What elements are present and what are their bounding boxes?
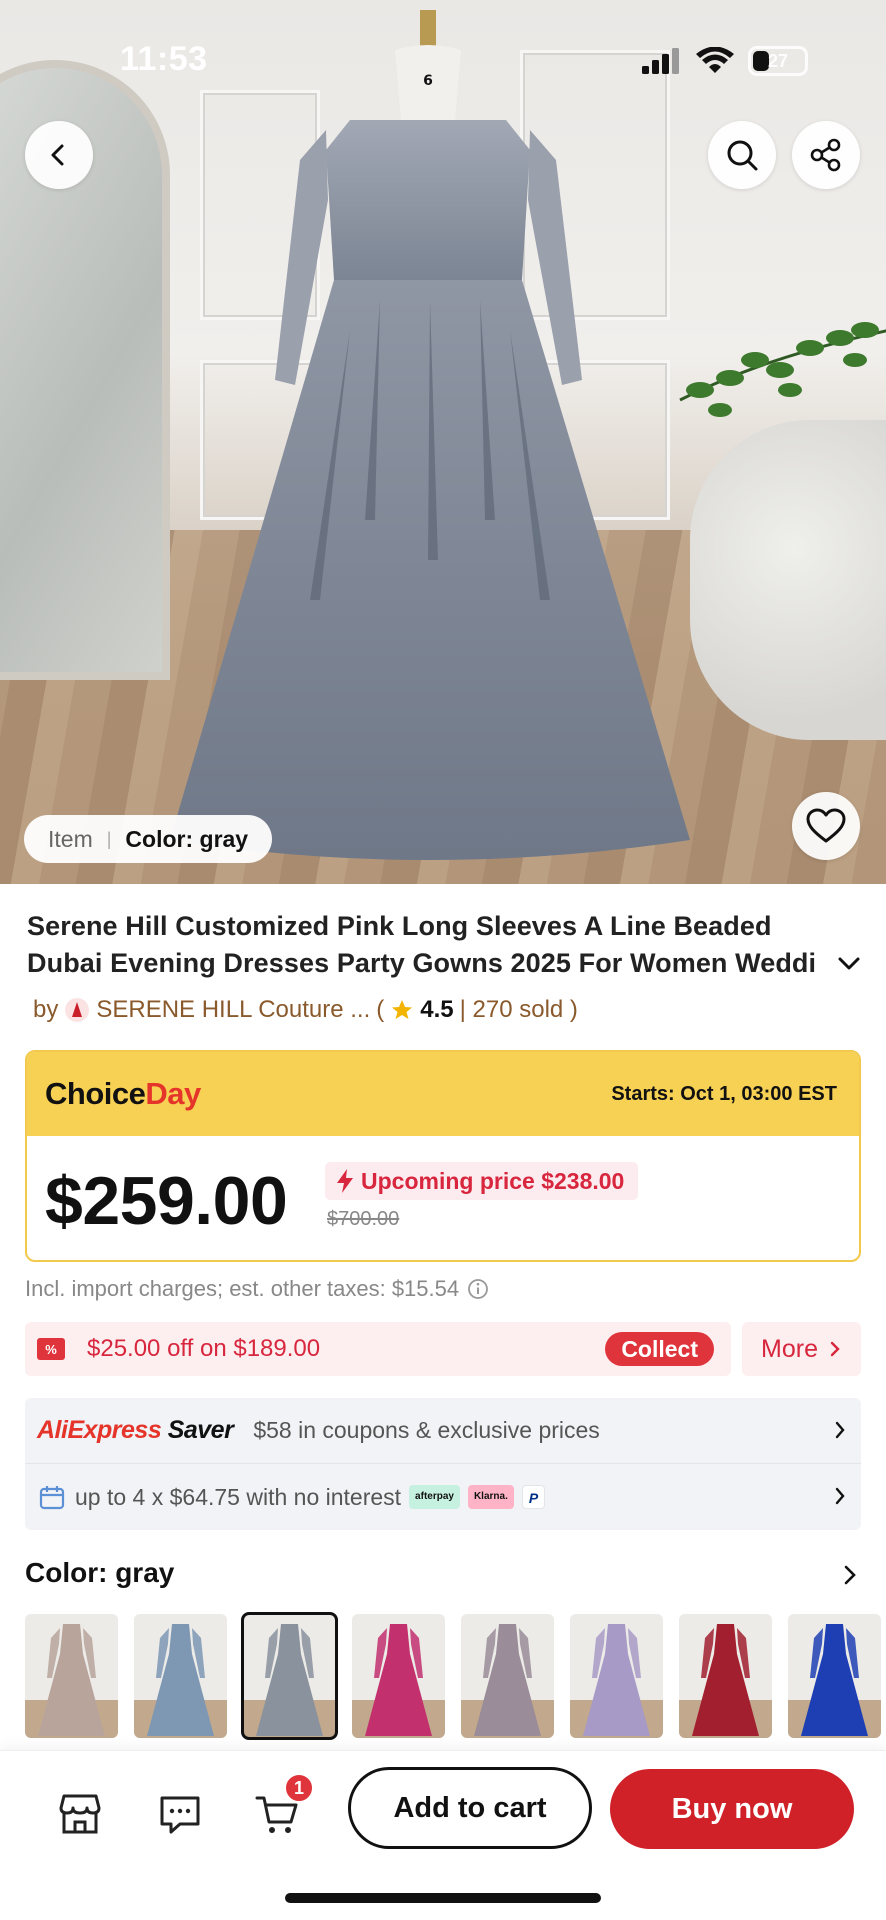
upcoming-price-text: Upcoming price $238.00: [361, 1167, 625, 1194]
saver-logo-text: Saver: [167, 1416, 234, 1444]
product-title[interactable]: Serene Hill Customized Pink Long Sleeves…: [27, 908, 827, 982]
choice-day-box: ChoiceDay Starts: Oct 1, 03:00 EST $259.…: [25, 1050, 861, 1262]
color-pill[interactable]: Item | Color: gray: [24, 815, 273, 863]
current-price: $259.00: [45, 1163, 288, 1239]
swatch-dress-image: [25, 1614, 118, 1738]
swatch-dress-image: [243, 1614, 336, 1738]
color-swatch[interactable]: [570, 1614, 663, 1738]
color-pill-item: Item: [48, 825, 93, 852]
coupon-tag-icon: %: [37, 1338, 65, 1360]
back-button[interactable]: [25, 121, 93, 189]
home-indicator: [285, 1893, 601, 1903]
tax-note-text: Incl. import charges; est. other taxes: …: [25, 1276, 460, 1301]
coupon-row[interactable]: % $25.00 off on $189.00 Collect: [25, 1322, 731, 1376]
rating-open: (: [376, 996, 385, 1023]
status-bar: 11:53 27: [0, 40, 886, 84]
swatch-dress-image: [570, 1614, 663, 1738]
choice-logo-text: Choice: [45, 1076, 146, 1111]
sold-count: | 270 sold ): [459, 996, 578, 1023]
afterpay-badge: afterpay: [409, 1485, 460, 1509]
color-pill-color: Color: gray: [125, 825, 249, 852]
upcoming-price-badge: Upcoming price $238.00: [325, 1162, 639, 1200]
color-swatch[interactable]: [352, 1614, 445, 1738]
buy-now-button[interactable]: Buy now: [610, 1769, 854, 1849]
choice-day-logo: ChoiceDay: [45, 1076, 201, 1112]
color-swatch[interactable]: [25, 1614, 118, 1738]
rating-value: 4.5: [420, 996, 454, 1023]
color-swatch[interactable]: [679, 1614, 772, 1738]
sofa: [690, 420, 886, 740]
cart-count-badge: 1: [284, 1773, 314, 1803]
chevron-right-icon: [835, 1421, 845, 1439]
gown-illustration: 6: [170, 10, 690, 860]
bottom-action-bar: 1 Add to cart Buy now: [0, 1750, 886, 1920]
search-button[interactable]: [708, 121, 776, 189]
day-logo-text: Day: [145, 1076, 201, 1111]
store-button[interactable]: [55, 1789, 105, 1839]
product-title-line1: Serene Hill Customized Pink Long Sleeves…: [27, 911, 772, 941]
chevron-right-icon: [835, 1487, 845, 1505]
swatch-dress-image: [134, 1614, 227, 1738]
collect-button[interactable]: Collect: [605, 1332, 714, 1366]
cellular-signal-icon: [642, 48, 679, 74]
share-icon: [810, 138, 841, 172]
aliexpress-saver-logo: AliExpress Saver: [37, 1416, 234, 1445]
saver-box: AliExpress Saver $58 in coupons & exclus…: [25, 1398, 861, 1530]
search-icon: [727, 140, 758, 171]
status-time: 11:53: [120, 40, 208, 78]
more-coupons-button[interactable]: More: [742, 1322, 861, 1376]
battery-icon: 27: [748, 46, 808, 76]
tax-note: Incl. import charges; est. other taxes: …: [25, 1276, 489, 1302]
color-swatch[interactable]: [788, 1614, 881, 1738]
chevron-right-icon: [830, 1341, 840, 1357]
installments-text: up to 4 x $64.75 with no interest: [75, 1483, 402, 1510]
swatch-dress-image: [461, 1614, 554, 1738]
installments-row[interactable]: up to 4 x $64.75 with no interest afterp…: [25, 1464, 861, 1530]
sale-start-time: Starts: Oct 1, 03:00 EST: [611, 1082, 837, 1105]
saver-text: $58 in coupons & exclusive prices: [253, 1417, 600, 1443]
store-logo-icon: [65, 998, 90, 1022]
chevron-right-icon[interactable]: [842, 1564, 858, 1586]
color-pill-separator: |: [106, 828, 112, 849]
chat-icon: [160, 1796, 200, 1834]
aliexpress-logo-text: AliExpress: [37, 1416, 162, 1444]
original-price: $700.00: [327, 1208, 400, 1230]
swatch-dress-image: [788, 1614, 881, 1738]
product-title-line2: Dubai Evening Dresses Party Gowns 2025 F…: [27, 948, 817, 978]
share-button[interactable]: [792, 121, 860, 189]
color-swatch[interactable]: [134, 1614, 227, 1738]
info-icon[interactable]: [467, 1278, 489, 1300]
wishlist-button[interactable]: [792, 792, 860, 860]
paypal-badge: P: [521, 1485, 546, 1509]
star-icon: [392, 1000, 413, 1019]
message-button[interactable]: [155, 1789, 205, 1839]
coupon-text: $25.00 off on $189.00: [87, 1335, 321, 1362]
store-name: SERENE HILL Couture ...: [96, 996, 371, 1023]
wifi-icon: [696, 47, 734, 73]
cart-button[interactable]: 1: [252, 1773, 314, 1839]
heart-icon: [806, 808, 846, 843]
swatch-dress-image: [352, 1614, 445, 1738]
lightning-icon: [337, 1169, 353, 1193]
by-label: by: [33, 996, 59, 1023]
more-label: More: [761, 1334, 818, 1363]
chevron-left-icon: [51, 144, 64, 166]
swatch-dress-image: [679, 1614, 772, 1738]
battery-level: 27: [767, 50, 789, 71]
color-swatch[interactable]: [241, 1612, 338, 1740]
color-swatches: [25, 1612, 881, 1740]
color-swatch[interactable]: [461, 1614, 554, 1738]
add-to-cart-button[interactable]: Add to cart: [348, 1767, 592, 1849]
calendar-icon: [39, 1486, 65, 1510]
store-icon: [59, 1794, 101, 1834]
saver-row[interactable]: AliExpress Saver $58 in coupons & exclus…: [25, 1398, 861, 1464]
store-byline[interactable]: by SERENE HILL Couture ... ( 4.5 | 270 s…: [33, 996, 578, 1024]
chevron-down-icon[interactable]: [836, 950, 862, 976]
color-section-title[interactable]: Color: gray: [25, 1557, 174, 1589]
klarna-badge: Klarna.: [467, 1485, 514, 1509]
